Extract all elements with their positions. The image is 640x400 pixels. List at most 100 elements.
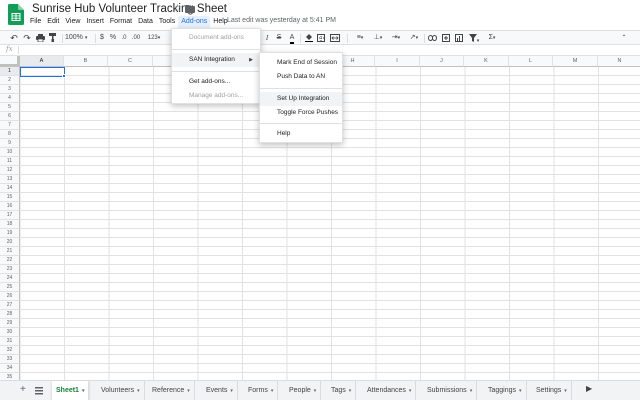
menu-item-help[interactable]: Help <box>260 127 342 141</box>
sheet-tab[interactable]: Tags ▾ <box>327 381 357 400</box>
document-title[interactable]: Sunrise Hub Volunteer Tracking Sheet <box>32 3 227 15</box>
row-header[interactable]: 7 <box>0 121 20 130</box>
menu-add-ons[interactable]: Add-ons <box>178 16 211 28</box>
sheet-tab[interactable]: People ▾ <box>285 381 322 400</box>
sheet-tab[interactable]: Reference ▾ <box>148 381 195 400</box>
active-cell-outline[interactable] <box>20 67 65 77</box>
sheet-tab[interactable]: Submissions ▾ <box>423 381 478 400</box>
insert-comment-icon[interactable] <box>440 32 451 44</box>
row-header[interactable]: 33 <box>0 355 20 364</box>
column-header[interactable]: C <box>108 56 153 67</box>
menu-item-push-data-to-an[interactable]: Push Data to AN <box>260 70 342 84</box>
menu-item-san-integration[interactable]: SAN Integration ▶ <box>172 53 260 67</box>
borders-icon[interactable] <box>316 32 326 44</box>
column-header[interactable]: A <box>20 56 64 67</box>
sheet-tab[interactable]: Settings ▾ <box>532 381 572 400</box>
row-header[interactable]: 24 <box>0 274 20 283</box>
row-header[interactable]: 28 <box>0 310 20 319</box>
column-header[interactable]: K <box>464 56 509 67</box>
vertical-align-icon[interactable]: ⊥▾ <box>370 32 386 44</box>
row-header[interactable]: 18 <box>0 220 20 229</box>
strikethrough-icon[interactable]: S <box>274 32 284 44</box>
menu-data[interactable]: Data <box>135 16 156 28</box>
menu-insert[interactable]: Insert <box>83 16 107 28</box>
menu-item-set-up-integration[interactable]: Set Up Integration <box>260 92 342 106</box>
folder-icon[interactable] <box>185 5 195 13</box>
increase-decimal-button[interactable]: .00 <box>130 32 142 44</box>
more-formats-select[interactable]: 123▾ <box>144 32 164 44</box>
chevron-down-icon[interactable]: ▾ <box>409 388 412 394</box>
chevron-down-icon[interactable]: ▾ <box>271 388 274 394</box>
text-color-icon[interactable]: A <box>287 32 297 44</box>
menu-tools[interactable]: Tools <box>156 16 178 28</box>
row-header[interactable]: 15 <box>0 193 20 202</box>
row-header[interactable]: 35 <box>0 373 20 380</box>
menu-item-toggle-force-pushes[interactable]: Toggle Force Pushes <box>260 106 342 120</box>
chevron-down-icon[interactable]: ▾ <box>82 388 85 394</box>
row-header[interactable]: 17 <box>0 211 20 220</box>
menu-edit[interactable]: Edit <box>44 16 62 28</box>
sheet-tab[interactable]: Forms ▾ <box>244 381 279 400</box>
chevron-down-icon[interactable]: ▾ <box>314 388 317 394</box>
menu-file[interactable]: File <box>27 16 44 28</box>
row-header[interactable]: 11 <box>0 157 20 166</box>
insert-link-icon[interactable] <box>427 32 438 44</box>
text-wrapping-icon[interactable]: ⇥▾ <box>388 32 404 44</box>
fill-color-icon[interactable] <box>304 32 314 44</box>
last-edit-status[interactable]: Last edit was yesterday at 5:41 PM <box>227 17 336 24</box>
row-header[interactable]: 22 <box>0 256 20 265</box>
column-header[interactable]: M <box>553 56 598 67</box>
chevron-down-icon[interactable]: ▾ <box>187 388 190 394</box>
row-header[interactable]: 34 <box>0 364 20 373</box>
insert-chart-icon[interactable] <box>453 32 464 44</box>
currency-format-button[interactable]: $ <box>98 32 106 44</box>
column-header[interactable]: J <box>420 56 464 67</box>
chevron-down-icon[interactable]: ▾ <box>230 388 233 394</box>
sheet-tab[interactable]: Attendances ▾ <box>363 381 417 400</box>
row-header[interactable]: 16 <box>0 202 20 211</box>
row-header[interactable]: 23 <box>0 265 20 274</box>
sheet-tab[interactable]: Volunteers ▾ <box>97 381 145 400</box>
column-header[interactable]: L <box>509 56 553 67</box>
row-header[interactable]: 29 <box>0 319 20 328</box>
add-sheet-icon[interactable]: + <box>20 384 26 395</box>
row-header[interactable]: 12 <box>0 166 20 175</box>
select-all-corner[interactable] <box>0 56 20 67</box>
row-header[interactable]: 10 <box>0 148 20 157</box>
row-header[interactable]: 6 <box>0 112 20 121</box>
row-header[interactable]: 2 <box>0 76 20 85</box>
row-header[interactable]: 30 <box>0 328 20 337</box>
fill-handle[interactable] <box>62 74 66 78</box>
redo-icon[interactable]: ↷ <box>21 32 33 44</box>
row-header[interactable]: 13 <box>0 175 20 184</box>
chevron-down-icon[interactable]: ▾ <box>519 388 522 394</box>
menu-view[interactable]: View <box>62 16 83 28</box>
horizontal-align-icon[interactable]: ≡▾ <box>352 32 368 44</box>
zoom-select[interactable]: 100% ▾ <box>65 32 95 44</box>
star-icon[interactable]: ☆ <box>173 3 182 14</box>
row-header[interactable]: 14 <box>0 184 20 193</box>
sheets-logo-icon[interactable] <box>8 4 24 25</box>
menu-item-get-add-ons[interactable]: Get add-ons... <box>172 75 260 89</box>
row-header[interactable]: 25 <box>0 283 20 292</box>
undo-icon[interactable]: ↶ <box>8 32 20 44</box>
merge-cells-icon[interactable] <box>328 32 342 44</box>
row-header[interactable]: 26 <box>0 292 20 301</box>
row-header[interactable]: 8 <box>0 130 20 139</box>
decrease-decimal-button[interactable]: .0 <box>119 32 129 44</box>
chevron-down-icon[interactable]: ▾ <box>349 388 352 394</box>
all-sheets-icon[interactable] <box>35 387 43 395</box>
row-header[interactable]: 1 <box>0 67 20 76</box>
paint-format-icon[interactable] <box>47 32 59 44</box>
chevron-down-icon[interactable]: ▾ <box>137 388 140 394</box>
sheet-tab[interactable]: Taggings ▾ <box>484 381 527 400</box>
row-header[interactable]: 27 <box>0 301 20 310</box>
row-header[interactable]: 20 <box>0 238 20 247</box>
row-header[interactable]: 5 <box>0 103 20 112</box>
menu-format[interactable]: Format <box>107 16 135 28</box>
row-header[interactable]: 3 <box>0 85 20 94</box>
filter-icon[interactable]: ▾ <box>466 32 482 44</box>
percent-format-button[interactable]: % <box>108 32 118 44</box>
collapse-toolbar-icon[interactable]: ⌃ <box>618 32 630 44</box>
row-header[interactable]: 4 <box>0 94 20 103</box>
